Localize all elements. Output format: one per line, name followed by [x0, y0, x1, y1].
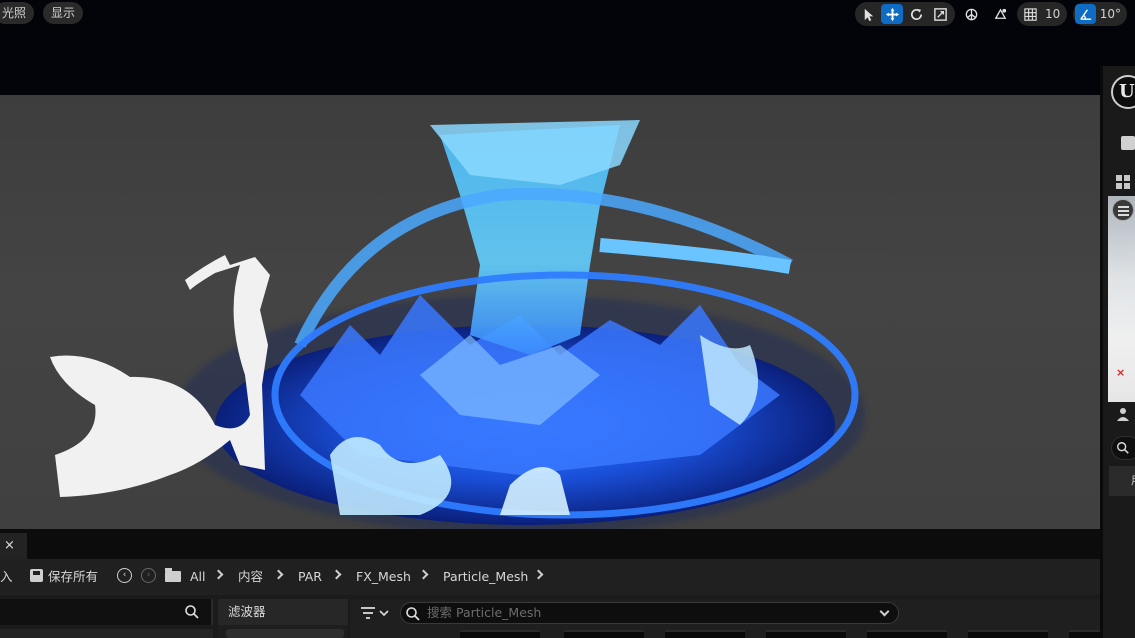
transform-tools: [855, 2, 955, 26]
grid-icon: [1023, 7, 1037, 21]
mini-viewport-preview[interactable]: ×: [1108, 196, 1135, 402]
rotation-snap-toggle[interactable]: [1075, 4, 1096, 24]
save-all-icon: [30, 569, 43, 582]
unreal-logo-icon: U: [1111, 75, 1135, 109]
asset-thumbnail[interactable]: [968, 630, 1048, 638]
sources-tree: [0, 629, 213, 638]
grid-snap-toggle[interactable]: [1019, 4, 1041, 24]
translate-tool-button[interactable]: [881, 4, 903, 24]
asset-thumbnail[interactable]: [460, 630, 540, 638]
asset-thumbnail[interactable]: [564, 630, 644, 638]
save-icon[interactable]: [1121, 136, 1135, 150]
local-space-button[interactable]: [960, 4, 982, 24]
hamburger-menu-icon[interactable]: [1112, 199, 1134, 221]
asset-search-input[interactable]: 搜索 Particle_Mesh: [400, 602, 899, 624]
chevron-down-icon[interactable]: [879, 606, 890, 617]
back-arrow-icon[interactable]: ‹: [117, 568, 132, 583]
surface-snap-button[interactable]: [989, 4, 1011, 24]
scale-icon: [933, 7, 947, 21]
grid-snap-value[interactable]: 10: [1043, 7, 1064, 21]
select-icon: [864, 8, 873, 21]
breadcrumb-separator-icon[interactable]: [213, 569, 224, 580]
select-tool-button[interactable]: [857, 4, 879, 24]
breadcrumb-separator-icon[interactable]: [273, 569, 284, 580]
filters-header: 滤波器: [218, 599, 348, 625]
sources-search-field[interactable]: [0, 599, 213, 625]
asset-thumbnail[interactable]: [665, 630, 745, 638]
import-button[interactable]: 入: [0, 568, 13, 586]
rotate-tool-button[interactable]: [905, 4, 927, 24]
surface-snap-icon: [994, 7, 1006, 19]
asset-thumbnail[interactable]: [766, 630, 846, 638]
unreal-logo-glyph: U: [1119, 81, 1135, 102]
save-all-button[interactable]: 保存所有: [48, 568, 98, 586]
layout-grid-icon[interactable]: [1113, 172, 1135, 192]
filter-dropdown-button[interactable]: [360, 605, 390, 623]
filters-panel: 滤波器: [218, 599, 348, 638]
local-space-icon: [965, 8, 977, 20]
breadcrumb-particle-mesh[interactable]: Particle_Mesh: [443, 568, 528, 586]
breadcrumb-fx-mesh[interactable]: FX_Mesh: [356, 568, 411, 586]
grid-snap-group: 10: [1017, 2, 1067, 26]
unreal-editor-window: 光照 显示 10 10° U × × 入 保存所有 ‹ › All 内容 PAR…: [0, 0, 1135, 638]
scale-tool-button[interactable]: [929, 4, 951, 24]
asset-thumbnail[interactable]: [867, 630, 947, 638]
forward-arrow-icon[interactable]: ›: [141, 568, 156, 583]
lighting-mode-label: 光照: [2, 6, 27, 20]
search-icon: [406, 607, 420, 621]
breadcrumb-content[interactable]: 内容: [238, 568, 263, 586]
show-label: 显示: [51, 6, 76, 20]
asset-thumbnails: [460, 630, 1100, 638]
water-vfx-render: [50, 120, 865, 529]
breadcrumb-separator-icon[interactable]: [331, 569, 342, 580]
search-icon: [185, 605, 199, 619]
column-label: 用: [1131, 474, 1135, 487]
outliner-column-header: 用: [1109, 466, 1135, 496]
breadcrumb-all[interactable]: All: [190, 568, 206, 586]
close-tab-button[interactable]: ×: [0, 533, 27, 559]
rotation-snap-group: 10°: [1073, 2, 1127, 26]
breadcrumb-separator-icon[interactable]: [533, 569, 544, 580]
angle-icon: [1080, 8, 1091, 20]
lighting-mode-button[interactable]: 光照: [0, 2, 35, 24]
viewport-top-strip: 光照 显示 10 10°: [0, 0, 1135, 95]
axis-marker: ×: [1116, 366, 1126, 379]
search-placeholder: 搜索 Particle_Mesh: [427, 605, 542, 620]
content-browser: × 入 保存所有 ‹ › All 内容 PAR FX_Mesh Particle…: [0, 529, 1100, 638]
asset-view: 搜索 Particle_Mesh: [350, 599, 1100, 638]
show-button[interactable]: 显示: [43, 2, 84, 24]
viewport-scene[interactable]: [0, 95, 1100, 529]
breadcrumb-separator-icon[interactable]: [418, 569, 429, 580]
filter-list-item[interactable]: [226, 629, 344, 638]
outliner-search-field[interactable]: [1111, 436, 1135, 460]
rotation-snap-value[interactable]: 10°: [1098, 7, 1125, 21]
folder-icon[interactable]: [165, 568, 181, 582]
close-icon: ×: [4, 538, 15, 553]
person-icon[interactable]: [1115, 406, 1131, 422]
breadcrumb-par[interactable]: PAR: [298, 568, 322, 586]
content-browser-toolbar: 入 保存所有 ‹ › All 内容 PAR FX_Mesh Particle_M…: [0, 559, 1100, 595]
content-browser-body: 滤波器 搜索 Particle_Mesh: [0, 595, 1100, 638]
translate-icon: [885, 7, 899, 21]
content-browser-tabbar: ×: [0, 529, 1100, 559]
rotate-icon: [910, 8, 922, 20]
right-side-panel: U × 用: [1100, 66, 1135, 638]
search-icon: [1117, 442, 1129, 454]
asset-thumbnail[interactable]: [1069, 630, 1100, 638]
